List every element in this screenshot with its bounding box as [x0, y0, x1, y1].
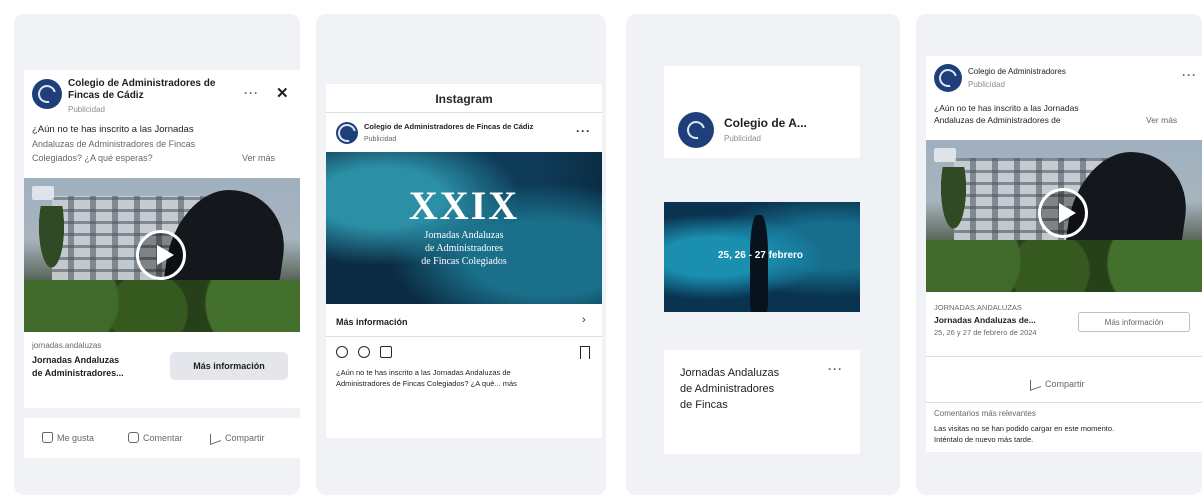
- play-icon[interactable]: [1038, 188, 1088, 238]
- comment-icon[interactable]: [358, 346, 370, 358]
- instagram-action-bar: [336, 346, 392, 358]
- chevron-right-icon[interactable]: ›: [582, 314, 586, 326]
- instagram-app-title: Instagram: [435, 92, 493, 106]
- account-avatar[interactable]: [336, 122, 358, 144]
- ad-video[interactable]: [24, 178, 300, 332]
- page-name[interactable]: Colegio de A...: [724, 116, 807, 130]
- sponsored-label: Publicidad: [724, 134, 761, 143]
- cta-link[interactable]: Más información: [336, 316, 408, 328]
- page-name[interactable]: Colegio de Administradores de Fincas de …: [68, 78, 238, 102]
- share-icon: [210, 429, 221, 446]
- post-text-line-2: Andaluzas de Administradores de: [934, 115, 1061, 125]
- comment-line-2: Inténtalo de nuevo más tarde.: [934, 435, 1034, 444]
- caption-line-2: Administradores de Fincas Colegiados? ¿A…: [336, 379, 517, 388]
- instagram-stories-preview: Colegio de A... Publicidad 25, 26 - 27 f…: [626, 14, 900, 495]
- sponsored-label: Publicidad: [968, 80, 1005, 89]
- facebook-feed-actions: Me gusta Comentar Compartir: [24, 418, 300, 458]
- headline-line-2: de Administradores: [680, 383, 775, 395]
- story-visual-text: 25, 26 - 27 febrero: [718, 250, 804, 261]
- link-domain: jornadas.andaluzas: [32, 341, 102, 350]
- play-icon[interactable]: [136, 230, 186, 280]
- facebook-video-preview: Colegio de Administradores Publicidad ··…: [916, 14, 1202, 495]
- story-visual[interactable]: 25, 26 - 27 febrero: [664, 202, 860, 312]
- see-more-link[interactable]: Ver más: [1146, 114, 1177, 126]
- share-button[interactable]: Compartir: [210, 429, 265, 446]
- more-options-icon[interactable]: ···: [1182, 68, 1197, 82]
- instagram-feed-preview: Instagram Colegio de Administradores de …: [316, 14, 606, 495]
- headline: Jornadas Andaluzas de...: [934, 315, 1036, 325]
- heart-icon[interactable]: [336, 346, 348, 358]
- more-options-icon[interactable]: ···: [828, 362, 843, 376]
- comments-header[interactable]: Comentarios más relevantes: [934, 408, 1036, 420]
- page-name[interactable]: Colegio de Administradores: [968, 66, 1066, 78]
- ad-image-line-3: de Fincas Colegiados: [421, 256, 507, 267]
- facebook-feed-post: Colegio de Administradores de Fincas de …: [24, 70, 300, 408]
- like-button[interactable]: Me gusta: [42, 432, 94, 443]
- sponsored-label: Publicidad: [364, 136, 397, 143]
- comment-button[interactable]: Comentar: [128, 432, 183, 443]
- more-options-icon[interactable]: ···: [244, 86, 259, 100]
- sponsored-label: Publicidad: [68, 105, 105, 114]
- facebook-feed-preview: Colegio de Administradores de Fincas de …: [14, 14, 300, 495]
- cta-button[interactable]: Más información: [170, 352, 288, 380]
- headline-line-3: de Fincas: [680, 399, 728, 411]
- ad-image-line-2: de Administradores: [424, 243, 504, 254]
- see-more-link[interactable]: Ver más: [242, 152, 275, 164]
- description: 25, 26 y 27 de febrero de 2024: [934, 328, 1037, 337]
- stories-headline-card: Jornadas Andaluzas de Administradores de…: [664, 350, 860, 454]
- share-icon: [1030, 375, 1041, 392]
- ad-image-title: XXIX: [408, 183, 520, 228]
- cta-button[interactable]: Más información: [1078, 312, 1190, 332]
- link-domain: JORNADAS.ANDALUZAS: [934, 303, 1022, 312]
- comment-icon: [128, 432, 139, 443]
- comment-line-1: Las visitas no se han podido cargar en e…: [934, 424, 1115, 433]
- stories-header-card: Colegio de A... Publicidad: [664, 66, 860, 158]
- ad-image[interactable]: XXIX Jornadas Andaluzas de Administrador…: [326, 152, 602, 304]
- post-text-line-3: Colegiados? ¿A qué esperas?: [32, 153, 153, 163]
- ad-image-line-1: Jornadas Andaluzas: [424, 230, 504, 241]
- headline-line-1: Jornadas Andaluzas: [680, 367, 780, 379]
- post-text-line-2: Andaluzas de Administradores de Fincas: [32, 139, 196, 149]
- post-text-line-1: ¿Aún no te has inscrito a las Jornadas: [934, 103, 1079, 113]
- like-icon: [42, 432, 53, 443]
- account-name[interactable]: Colegio de Administradores de Fincas de …: [364, 122, 564, 132]
- post-text-line-1: ¿Aún no te has inscrito a las Jornadas: [32, 124, 194, 135]
- page-avatar[interactable]: [32, 79, 62, 109]
- close-icon[interactable]: ✕: [276, 84, 289, 102]
- figure-silhouette: [750, 215, 768, 312]
- send-icon[interactable]: [380, 346, 392, 358]
- share-button[interactable]: Compartir: [1030, 375, 1085, 392]
- more-options-icon[interactable]: ···: [576, 124, 591, 138]
- page-avatar[interactable]: [678, 112, 714, 148]
- page-avatar[interactable]: [934, 64, 962, 92]
- instagram-post: Instagram Colegio de Administradores de …: [326, 84, 602, 438]
- bookmark-icon[interactable]: [580, 346, 590, 359]
- headline-line-1: Jornadas Andaluzas: [32, 355, 120, 365]
- headline-line-2: de Administradores...: [32, 368, 124, 378]
- facebook-video-post: Colegio de Administradores Publicidad ··…: [926, 56, 1202, 452]
- ad-video[interactable]: [926, 140, 1202, 292]
- caption-line-1: ¿Aún no te has inscrito a las Jornadas A…: [336, 368, 511, 377]
